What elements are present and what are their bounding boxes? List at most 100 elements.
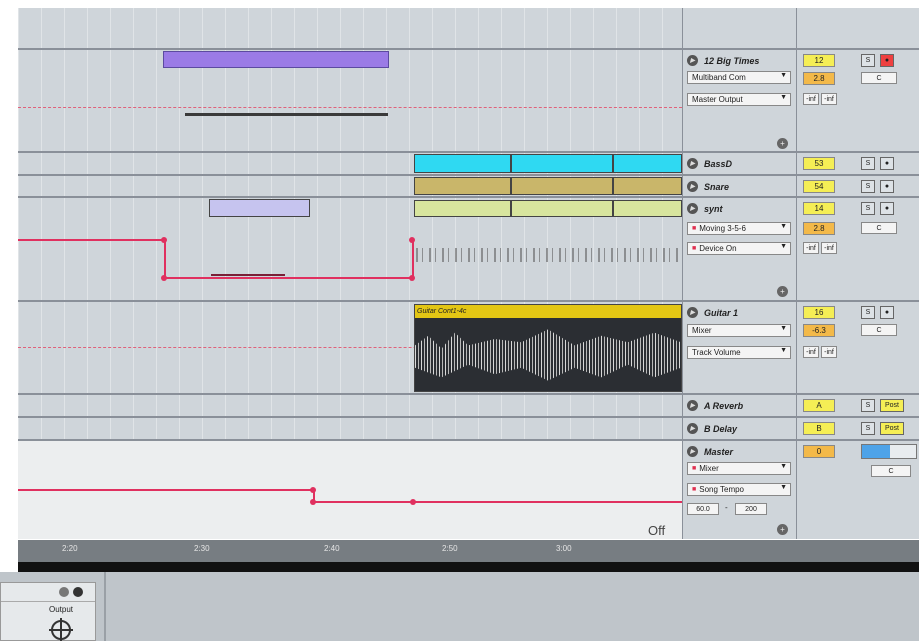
solo-button[interactable]: S — [861, 180, 875, 193]
midi-clip-purple[interactable] — [163, 51, 389, 68]
add-lane-icon[interactable]: + — [777, 138, 788, 149]
device-panel[interactable]: Output — [0, 582, 96, 641]
track-title[interactable]: ▶ synt — [687, 202, 791, 215]
lock-icon[interactable] — [73, 587, 83, 597]
send-value-field[interactable]: 2.8 — [803, 222, 835, 235]
record-arm-button[interactable]: ● — [880, 157, 894, 170]
track-volume-field[interactable]: 12 — [803, 54, 835, 67]
device-chooser-dropdown[interactable]: ■ Mixer ▼ — [687, 462, 791, 475]
fold-triangle-icon[interactable]: ▶ — [687, 158, 698, 169]
pan-field[interactable]: C — [861, 324, 897, 336]
automation-breakpoint[interactable] — [410, 499, 416, 505]
return-track-letter[interactable]: B — [803, 422, 835, 435]
track-header-snare[interactable]: ▶ Snare 54 S ● — [683, 176, 919, 198]
record-arm-button[interactable]: ● — [880, 202, 894, 215]
fold-triangle-icon[interactable]: ▶ — [687, 55, 698, 66]
fold-triangle-icon[interactable]: ▶ — [687, 446, 698, 457]
solo-button[interactable]: S — [861, 157, 875, 170]
automation-line[interactable] — [18, 489, 315, 491]
post-button[interactable]: Post — [880, 399, 904, 412]
automation-line[interactable] — [18, 239, 164, 241]
audio-clip-cyan[interactable] — [511, 154, 613, 173]
inf-field[interactable]: -inf — [803, 346, 819, 358]
record-arm-button[interactable]: ● — [880, 54, 894, 67]
solo-button[interactable]: S — [861, 306, 875, 319]
track-title[interactable]: ▶ BassD — [687, 157, 791, 170]
solo-button[interactable]: S — [861, 54, 875, 67]
add-lane-icon[interactable]: + — [777, 286, 788, 297]
add-lane-icon[interactable]: + — [777, 524, 788, 535]
fold-triangle-icon[interactable]: ▶ — [687, 203, 698, 214]
track-volume-field[interactable]: 14 — [803, 202, 835, 215]
track-volume-field[interactable]: 16 — [803, 306, 835, 319]
post-button[interactable]: Post — [880, 422, 904, 435]
track-header-12-big-times[interactable]: ▶ 12 Big Times Multiband Com ▼ Master Outp… — [683, 48, 919, 153]
automation-breakpoint[interactable] — [409, 237, 415, 243]
fold-triangle-icon[interactable]: ▶ — [687, 423, 698, 434]
solo-button[interactable]: S — [861, 422, 875, 435]
audio-clip-cyan[interactable] — [613, 154, 682, 173]
arrangement-view[interactable]: Guitar Cont1-4c Off — [18, 8, 682, 539]
output-routing-dropdown[interactable]: Master Output ▼ — [687, 93, 791, 106]
inf-field[interactable]: -inf — [821, 346, 837, 358]
timeline-ruler[interactable]: 2:20 2:30 2:40 2:50 3:00 — [18, 540, 682, 562]
parameter-chooser-dropdown[interactable]: ■ Device On ▼ — [687, 242, 791, 255]
pan-field[interactable]: C — [871, 465, 911, 477]
device-chooser-dropdown[interactable]: Mixer ▼ — [687, 324, 791, 337]
track-header-a-reverb[interactable]: ▶ A Reverb A S Post — [683, 395, 919, 418]
track-title[interactable]: ▶ Guitar 1 — [687, 306, 791, 319]
pan-field[interactable]: C — [861, 72, 897, 84]
inf-field[interactable]: -inf — [803, 242, 819, 254]
clip-title-bar[interactable]: Guitar Cont1-4c — [415, 305, 681, 318]
track-volume-field[interactable]: 0 — [803, 445, 835, 458]
device-chooser-dropdown[interactable]: Multiband Com ▼ — [687, 71, 791, 84]
send-value-field[interactable]: -6.3 — [803, 324, 835, 337]
track-header-synt[interactable]: ▶ synt ■ Moving 3-5-6 ▼ ■ Device On ▼ 14 2.8 … — [683, 198, 919, 302]
track-title[interactable]: ▶ Master — [687, 445, 791, 458]
track-title[interactable]: ▶ 12 Big Times — [687, 54, 791, 67]
automation-breakpoint[interactable] — [310, 499, 316, 505]
automation-line[interactable] — [412, 239, 414, 279]
parameter-chooser-dropdown[interactable]: ■ Song Tempo ▼ — [687, 483, 791, 496]
midi-clip-lime[interactable] — [414, 200, 511, 217]
fold-triangle-icon[interactable]: ▶ — [687, 181, 698, 192]
automation-breakpoint[interactable] — [409, 275, 415, 281]
device-toggle-icon[interactable] — [59, 587, 69, 597]
return-track-letter[interactable]: A — [803, 399, 835, 412]
automation-breakpoint[interactable] — [310, 487, 316, 493]
solo-button[interactable]: S — [861, 202, 875, 215]
midi-clip-lime[interactable] — [613, 200, 682, 217]
inf-field[interactable]: -inf — [803, 93, 819, 105]
track-header-bassd[interactable]: ▶ BassD 53 S ● — [683, 153, 919, 176]
automation-line[interactable] — [164, 239, 166, 278]
track-header-master[interactable]: ▶ Master ■ Mixer ▼ ■ Song Tempo ▼ 60.0 - 200 … — [683, 441, 919, 539]
inf-field[interactable]: -inf — [821, 242, 837, 254]
device-chooser-dropdown[interactable]: ■ Moving 3-5-6 ▼ — [687, 222, 791, 235]
track-lane-a-reverb[interactable] — [18, 395, 682, 418]
fold-triangle-icon[interactable]: ▶ — [687, 307, 698, 318]
tempo-max-field[interactable]: 200 — [735, 503, 767, 515]
tempo-min-field[interactable]: 60.0 — [687, 503, 719, 515]
audio-clip-olive[interactable] — [414, 177, 511, 195]
track-lane-12-big-times[interactable] — [18, 8, 682, 48]
midi-clip-lime[interactable] — [511, 200, 613, 217]
audio-clip-olive[interactable] — [613, 177, 682, 195]
fold-triangle-icon[interactable]: ▶ — [687, 400, 698, 411]
audio-clip-guitar[interactable]: Guitar Cont1-4c — [414, 304, 682, 392]
automation-line[interactable] — [164, 277, 413, 279]
automation-line[interactable] — [313, 501, 682, 503]
track-title[interactable]: ▶ B Delay — [687, 422, 791, 435]
record-arm-button[interactable]: ● — [880, 180, 894, 193]
automation-breakpoint[interactable] — [161, 237, 167, 243]
send-value-field[interactable]: 2.8 — [803, 72, 835, 85]
track-header-guitar-1[interactable]: ▶ Guitar 1 Mixer ▼ Track Volume ▼ 16 -6.3 -… — [683, 302, 919, 395]
automation-breakpoint[interactable] — [161, 275, 167, 281]
track-title[interactable]: ▶ Snare — [687, 180, 791, 193]
parameter-chooser-dropdown[interactable]: Track Volume ▼ — [687, 346, 791, 359]
record-arm-button[interactable]: ● — [880, 306, 894, 319]
track-volume-field[interactable]: 54 — [803, 180, 835, 193]
inf-field[interactable]: -inf — [821, 93, 837, 105]
midi-clip-lavender[interactable] — [209, 199, 310, 217]
track-lane-b-delay[interactable] — [18, 418, 682, 441]
track-volume-field[interactable]: 53 — [803, 157, 835, 170]
